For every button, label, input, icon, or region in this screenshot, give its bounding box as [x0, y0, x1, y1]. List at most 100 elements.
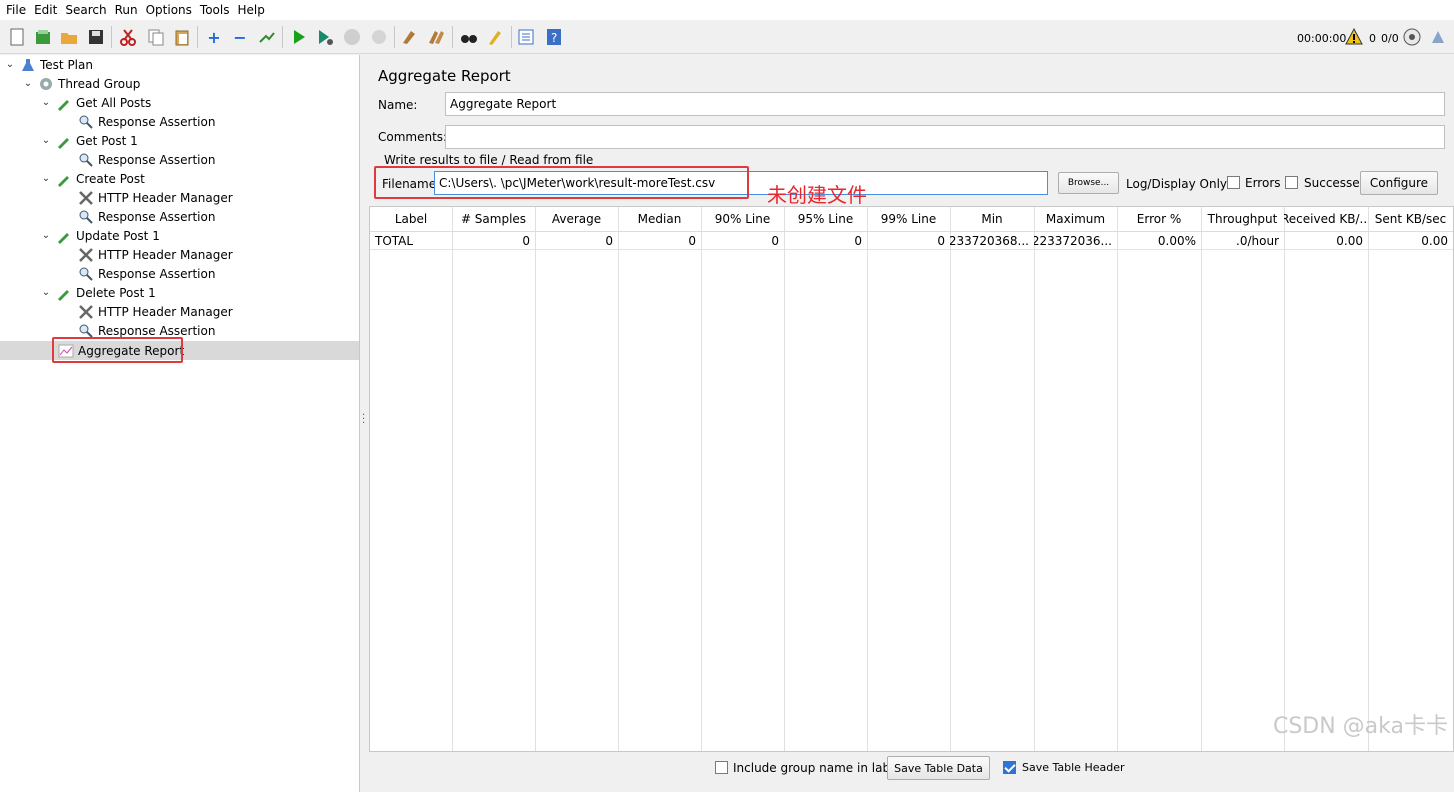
splitter-handle[interactable]: · · · [362, 411, 365, 429]
column-header[interactable]: Maximum [1034, 207, 1117, 232]
tree-node-thread-group[interactable]: ⌄ Thread Group [22, 74, 141, 93]
start-icon[interactable] [288, 26, 310, 48]
cut-icon[interactable] [117, 26, 139, 48]
tree-node-response-assertion[interactable]: Response Assertion [78, 264, 215, 283]
tree-node-label: Response Assertion [98, 323, 216, 338]
menu-options[interactable]: Options [144, 3, 198, 17]
configure-button[interactable]: Configure [1360, 171, 1438, 195]
new-icon[interactable] [6, 26, 28, 48]
successes-checkbox[interactable] [1285, 176, 1298, 189]
column-header[interactable]: 99% Line [867, 207, 950, 232]
menu-search[interactable]: Search [63, 3, 112, 17]
thread-count: 0/0 [1381, 32, 1399, 45]
tree-node-label: Test Plan [40, 57, 93, 72]
column-header[interactable]: Error % [1117, 207, 1201, 232]
chevron-down-icon[interactable]: ⌄ [40, 135, 52, 146]
logger-icon[interactable] [1427, 26, 1449, 48]
column-header[interactable]: Received KB/... [1284, 207, 1368, 232]
table-cell: .0/hour [1201, 232, 1284, 250]
tree-node-test-plan[interactable]: ⌄ Test Plan [4, 55, 93, 74]
templates-icon[interactable] [32, 26, 54, 48]
chevron-down-icon[interactable]: ⌄ [40, 230, 52, 241]
function-helper-icon[interactable] [515, 26, 537, 48]
stop-icon[interactable] [341, 26, 363, 48]
successes-label: Successes [1304, 176, 1366, 190]
chevron-down-icon[interactable]: ⌄ [40, 173, 52, 184]
tree-node-label: HTTP Header Manager [98, 247, 233, 262]
menu-edit[interactable]: Edit [32, 3, 63, 17]
chevron-down-icon[interactable]: ⌄ [40, 97, 52, 108]
menu-tools[interactable]: Tools [198, 3, 236, 17]
chevron-down-icon[interactable]: ⌄ [22, 78, 34, 89]
column-header[interactable]: Median [618, 207, 701, 232]
table-cell: 92233720368... [950, 232, 1034, 250]
panel-title: Aggregate Report [378, 67, 511, 85]
save-table-data-button[interactable]: Save Table Data [887, 756, 990, 780]
chevron-down-icon[interactable]: ⌄ [4, 59, 16, 70]
browse-button[interactable]: Browse... [1058, 172, 1119, 194]
tree-node-http-header-manager[interactable]: HTTP Header Manager [78, 245, 233, 264]
column-header[interactable]: 90% Line [701, 207, 784, 232]
results-table[interactable]: Label # Samples Average Median 90% Line … [369, 206, 1454, 752]
column-header[interactable]: Throughput [1201, 207, 1284, 232]
tree-node-get-all-posts[interactable]: ⌄ Get All Posts [40, 93, 151, 112]
tree-node-create-post[interactable]: ⌄ Create Post [40, 169, 145, 188]
menu-run[interactable]: Run [113, 3, 144, 17]
tree-node-response-assertion[interactable]: Response Assertion [78, 112, 215, 131]
tree-node-label: Thread Group [58, 76, 141, 91]
name-field[interactable]: Aggregate Report [445, 92, 1445, 116]
shutdown-icon[interactable] [368, 26, 390, 48]
column-header[interactable]: Sent KB/sec [1368, 207, 1453, 232]
tree-node-http-header-manager[interactable]: HTTP Header Manager [78, 302, 233, 321]
wrench-icon [78, 304, 94, 320]
tree-node-delete-post-1[interactable]: ⌄ Delete Post 1 [40, 283, 156, 302]
paste-icon[interactable] [171, 26, 193, 48]
column-header[interactable]: Average [535, 207, 618, 232]
toggle-icon[interactable] [256, 26, 278, 48]
toolbar-separator [282, 26, 283, 48]
toolbar-separator [394, 26, 395, 48]
tree-node-label: Response Assertion [98, 209, 216, 224]
remote-icon[interactable] [1401, 26, 1423, 48]
errors-checkbox[interactable] [1227, 176, 1240, 189]
chevron-down-icon[interactable]: ⌄ [40, 287, 52, 298]
save-table-header-checkbox[interactable] [1003, 761, 1016, 774]
expand-icon[interactable]: + [203, 26, 225, 48]
errors-label: Errors [1245, 176, 1281, 190]
collapse-icon[interactable]: − [229, 26, 251, 48]
table-cell: 0.00 [1368, 232, 1453, 250]
tree-node-response-assertion[interactable]: Response Assertion [78, 207, 215, 226]
help-icon[interactable]: ? [543, 26, 565, 48]
name-label: Name: [378, 98, 418, 112]
column-divider [950, 207, 951, 751]
column-header[interactable]: Min [950, 207, 1034, 232]
tree-node-response-assertion[interactable]: Response Assertion [78, 150, 215, 169]
copy-icon[interactable] [145, 26, 167, 48]
column-header[interactable]: Label [370, 207, 452, 232]
tree-node-label: HTTP Header Manager [98, 304, 233, 319]
pipette-icon [56, 95, 72, 111]
reset-search-icon[interactable] [484, 26, 506, 48]
tree-node-get-post-1[interactable]: ⌄ Get Post 1 [40, 131, 138, 150]
menu-help[interactable]: Help [235, 3, 270, 17]
open-icon[interactable] [58, 26, 80, 48]
start-no-pauses-icon[interactable] [314, 26, 336, 48]
comments-field[interactable] [445, 125, 1445, 149]
column-header[interactable]: 95% Line [784, 207, 867, 232]
column-header[interactable]: # Samples [452, 207, 535, 232]
column-divider [784, 207, 785, 751]
warning-icon[interactable] [1343, 26, 1365, 48]
clear-all-icon[interactable] [425, 26, 447, 48]
include-group-checkbox[interactable] [715, 761, 728, 774]
pipette-icon [56, 228, 72, 244]
column-divider [535, 207, 536, 751]
tree-node-http-header-manager[interactable]: HTTP Header Manager [78, 188, 233, 207]
search-icon[interactable] [458, 26, 480, 48]
tree-node-update-post-1[interactable]: ⌄ Update Post 1 [40, 226, 160, 245]
save-icon[interactable] [85, 26, 107, 48]
column-divider [1117, 207, 1118, 751]
menu-file[interactable]: File [4, 3, 32, 17]
table-cell: 0 [618, 232, 701, 250]
clear-icon[interactable] [398, 26, 420, 48]
tree-node-label: Response Assertion [98, 266, 216, 281]
